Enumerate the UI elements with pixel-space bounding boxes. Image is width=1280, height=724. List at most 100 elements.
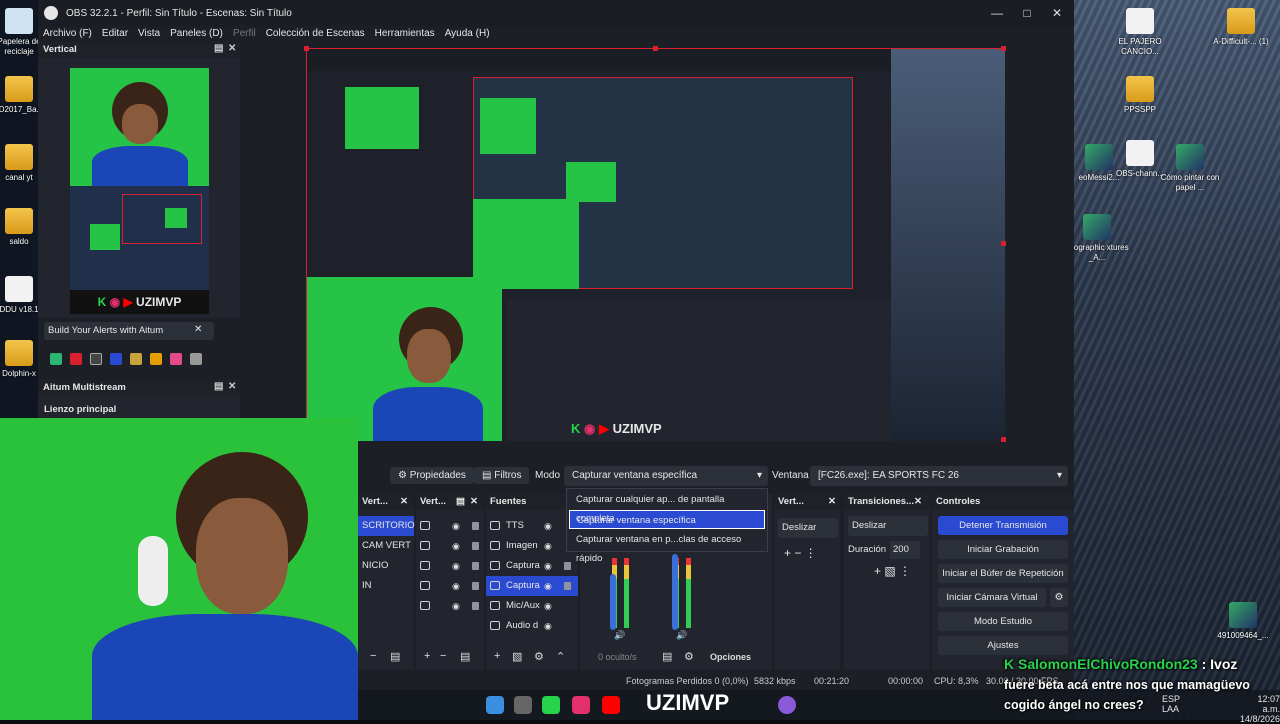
float-panel-icon[interactable]: ▤ xyxy=(456,496,465,507)
instagram-icon[interactable] xyxy=(572,696,590,714)
duration-input[interactable]: 200 xyxy=(890,541,920,559)
desktop-icon-ppsspp[interactable]: PPSSPP xyxy=(1105,76,1175,115)
source-item-audio[interactable]: Audio d ◉ xyxy=(486,616,578,636)
minimize-button[interactable]: — xyxy=(982,0,1012,26)
windows-start-icon[interactable] xyxy=(486,696,504,714)
source-item-captura-selected[interactable]: Captura ◉ xyxy=(486,576,578,596)
menu-herramientas[interactable]: Herramientas xyxy=(375,28,435,39)
stop-streaming-button[interactable]: Detener Transmisión xyxy=(938,516,1068,535)
app-icon[interactable] xyxy=(514,696,532,714)
desktop-icon-como-pintar[interactable]: Cómo pintar con papel ... xyxy=(1155,144,1225,193)
resize-handle[interactable] xyxy=(304,46,309,51)
main-preview[interactable]: K ◉ ▶ UZIMVP xyxy=(304,46,1006,442)
list-item[interactable]: ◉ xyxy=(416,556,484,576)
close-button[interactable]: ✕ xyxy=(1042,0,1072,26)
virtual-camera-button[interactable]: Iniciar Cámara Virtual xyxy=(938,588,1046,607)
eye-icon[interactable]: ◉ xyxy=(544,616,552,636)
speaker-icon[interactable]: 🔊 xyxy=(614,630,625,641)
menu-vista[interactable]: Vista xyxy=(138,28,160,39)
add-icon[interactable]: + xyxy=(494,650,500,662)
eye-icon[interactable]: ◉ xyxy=(452,576,460,596)
eye-icon[interactable]: ◉ xyxy=(544,536,552,556)
close-panel-icon[interactable]: ✕ xyxy=(470,496,478,507)
list-item[interactable]: ◉ xyxy=(416,596,484,616)
settings-button[interactable]: Ajustes xyxy=(938,636,1068,655)
source-item-mic[interactable]: Mic/Aux ◉ xyxy=(486,596,578,616)
add-icon[interactable]: + xyxy=(424,650,430,662)
lock-icon[interactable] xyxy=(472,522,479,530)
filter-icon[interactable]: ▤ xyxy=(390,650,400,663)
heart-icon[interactable] xyxy=(170,353,182,365)
menu-archivo[interactable]: Archivo (F) xyxy=(43,28,92,39)
maximize-button[interactable]: □ xyxy=(1012,0,1042,26)
eye-icon[interactable]: ◉ xyxy=(544,576,552,596)
float-dock-icon[interactable]: ▤ xyxy=(214,381,223,392)
option-window-capture[interactable]: Capturar ventana específica xyxy=(569,510,765,529)
gear-icon[interactable]: ⚙ xyxy=(684,650,694,663)
menu-coleccion-escenas[interactable]: Colección de Escenas xyxy=(266,28,365,39)
speaker-icon[interactable]: 🔊 xyxy=(676,630,687,641)
eye-icon[interactable]: ◉ xyxy=(452,516,460,536)
menu-paneles[interactable]: Paneles (D) xyxy=(170,28,223,39)
options-button[interactable]: Opciones xyxy=(710,652,751,662)
list-item[interactable]: ◉ xyxy=(416,576,484,596)
eye-icon[interactable]: ◉ xyxy=(452,556,460,576)
transition-select[interactable]: Deslizar xyxy=(848,516,928,536)
red-alert-icon[interactable] xyxy=(70,353,82,365)
properties-button[interactable]: ⚙ Propiedades xyxy=(390,467,474,484)
list-item[interactable]: ◉ xyxy=(416,516,484,536)
eye-icon[interactable]: ◉ xyxy=(544,556,552,576)
lock-icon[interactable] xyxy=(472,602,479,610)
blue-alert-icon[interactable] xyxy=(110,353,122,365)
resize-handle[interactable] xyxy=(1001,241,1006,246)
lock-icon[interactable] xyxy=(472,582,479,590)
kick-icon[interactable] xyxy=(542,696,560,714)
source-item-tts[interactable]: TTS ◉ xyxy=(486,516,578,536)
scene-item[interactable]: IN xyxy=(358,576,414,596)
eye-icon[interactable]: ◉ xyxy=(544,516,552,536)
list-item[interactable]: ◉ xyxy=(416,536,484,556)
transition-toolbar[interactable]: + ▧ ⋮ xyxy=(874,564,911,578)
virtual-camera-settings-icon[interactable]: ⚙ xyxy=(1050,588,1068,607)
lock-icon[interactable] xyxy=(564,582,571,590)
gear-icon[interactable]: ⚙ xyxy=(534,650,544,663)
menu-ayuda[interactable]: Ayuda (H) xyxy=(445,28,490,39)
eye-icon[interactable]: ◉ xyxy=(544,596,552,616)
wand-icon[interactable] xyxy=(190,353,202,365)
eye-icon[interactable]: ◉ xyxy=(452,536,460,556)
source-item-captura[interactable]: Captura ◉ xyxy=(486,556,578,576)
scene-item[interactable]: SCRITORIO xyxy=(358,516,415,536)
remove-icon[interactable]: − xyxy=(370,650,376,662)
gear-alert-icon[interactable] xyxy=(150,353,162,365)
volume-slider[interactable] xyxy=(672,554,678,630)
option-fullscreen-capture[interactable]: Capturar cualquier ap... de pantalla com… xyxy=(569,490,765,524)
window-select[interactable]: [FC26.exe]: EA SPORTS FC 26 ▾ xyxy=(810,466,1068,486)
eye-icon[interactable]: ◉ xyxy=(452,596,460,616)
blank-alert-icon[interactable] xyxy=(90,353,102,365)
remove-icon[interactable]: − xyxy=(440,650,446,662)
chevron-up-icon[interactable]: ⌃ xyxy=(556,650,565,663)
lock-icon[interactable] xyxy=(564,562,571,570)
mode-select[interactable]: Capturar ventana específica ▾ xyxy=(564,466,768,486)
studio-mode-button[interactable]: Modo Estudio xyxy=(938,612,1068,631)
desktop-icon-a-difficult[interactable]: A-Difficult-... (1) xyxy=(1206,8,1276,47)
add-icon[interactable]: + − ⋮ xyxy=(784,546,817,560)
youtube-icon[interactable] xyxy=(602,696,620,714)
filter-icon[interactable]: ▤ xyxy=(460,650,470,663)
desktop-icon-el-pajero[interactable]: EL PAJERO CANCIO... xyxy=(1105,8,1175,57)
resize-handle[interactable] xyxy=(1001,437,1006,442)
volume-slider[interactable] xyxy=(610,574,616,630)
replay-buffer-button[interactable]: Iniciar el Búfer de Repetición xyxy=(938,564,1068,583)
yellow-alert-icon[interactable] xyxy=(130,353,142,365)
close-alerts-icon[interactable]: ✕ xyxy=(194,324,202,335)
close-dock-icon[interactable]: ✕ xyxy=(228,43,236,54)
option-hotkey-capture[interactable]: Capturar ventana en p...clas de acceso r… xyxy=(569,530,765,564)
desktop-icon-491009464[interactable]: 491009464_... xyxy=(1208,602,1278,641)
lang-indicator[interactable]: ESP LAA xyxy=(1162,694,1180,714)
trash-icon[interactable]: ▧ xyxy=(512,650,522,663)
scene-item[interactable]: NICIO xyxy=(358,556,414,576)
float-dock-icon[interactable]: ▤ xyxy=(214,43,223,54)
close-panel-icon[interactable]: ✕ xyxy=(400,496,408,507)
lock-icon[interactable] xyxy=(472,562,479,570)
start-recording-button[interactable]: Iniciar Grabación xyxy=(938,540,1068,559)
